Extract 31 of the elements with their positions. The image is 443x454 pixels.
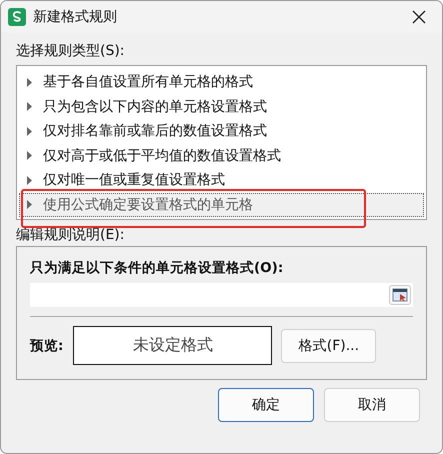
expand-arrow-icon — [27, 126, 32, 136]
app-logo-icon — [8, 8, 26, 26]
expand-arrow-icon — [27, 200, 32, 210]
list-item-text: 使用公式确定要设置格式的单元格 — [43, 196, 253, 214]
list-item[interactable]: 仅对唯一值或重复值设置格式 — [19, 168, 424, 192]
list-item[interactable]: 只为包含以下内容的单元格设置格式 — [19, 94, 424, 119]
list-item[interactable]: 基于各自值设置所有单元格的格式 — [19, 70, 424, 94]
section-label: 选择规则类型(S): — [16, 42, 126, 61]
formula-field[interactable] — [30, 283, 413, 307]
list-item[interactable]: 仅对排名靠前或靠后的数值设置格式 — [19, 119, 424, 144]
condition-label: 只为满足以下条件的单元格设置格式(O): — [30, 259, 284, 277]
list-item-text: 仅对唯一值或重复值设置格式 — [43, 171, 225, 190]
format-button[interactable]: 格式(F)... — [281, 328, 376, 362]
list-item[interactable]: 仅对高于或低于平均值的数值设置格式 — [19, 144, 424, 168]
list-item-text: 只为包含以下内容的单元格设置格式 — [43, 98, 267, 116]
list-item[interactable]: 使用公式确定要设置格式的单元格 — [19, 192, 424, 217]
expand-arrow-icon — [27, 78, 32, 87]
preview-box: 未设定格式 — [73, 326, 272, 365]
preview-label: 预览: — [30, 336, 64, 354]
window-title: 新建格式规则 — [33, 8, 118, 26]
cancel-button[interactable]: 取消 — [324, 388, 420, 422]
expand-arrow-icon — [27, 102, 32, 112]
list-item-text: 仅对高于或低于平均值的数值设置格式 — [43, 146, 281, 165]
ok-button[interactable]: 确定 — [218, 388, 314, 422]
list-item-text: 基于各自值设置所有单元格的格式 — [43, 73, 253, 92]
close-icon[interactable] — [412, 10, 426, 24]
range-select-icon[interactable] — [389, 285, 411, 305]
expand-arrow-icon — [27, 176, 32, 185]
list-item-text: 仅对排名靠前或靠后的数值设置格式 — [43, 122, 267, 140]
expand-arrow-icon — [27, 151, 32, 160]
section-label: 编辑规则说明(E): — [16, 226, 126, 245]
